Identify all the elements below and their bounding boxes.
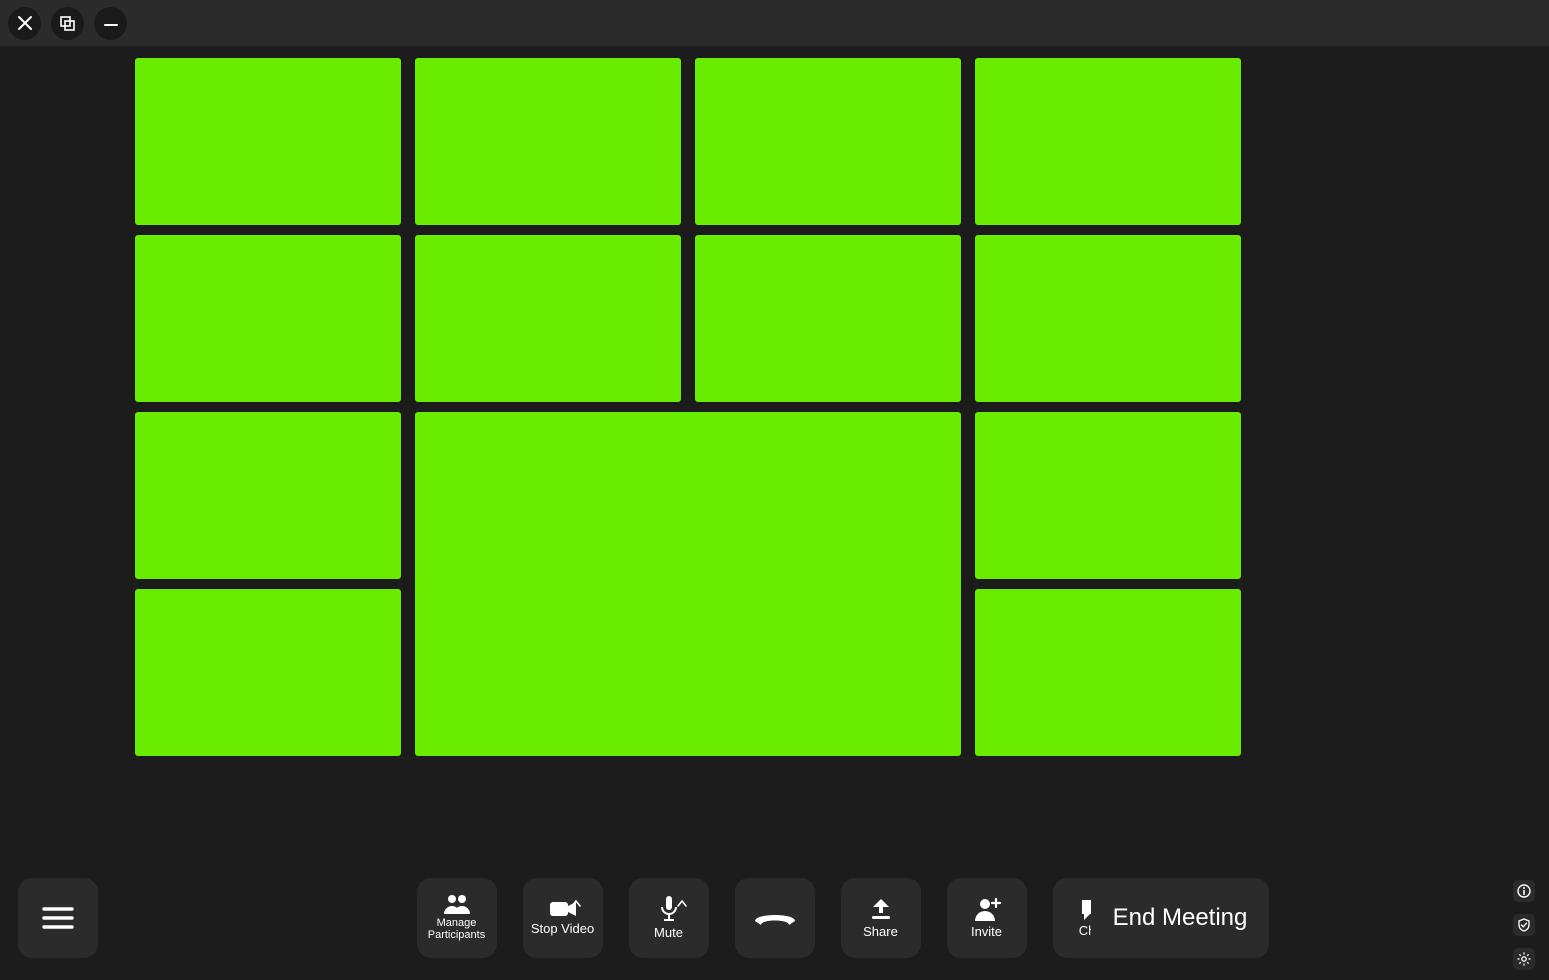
stop-video-button[interactable]: Stop Video — [523, 878, 603, 958]
video-tile[interactable] — [975, 412, 1241, 579]
mute-button[interactable]: Mute — [629, 878, 709, 958]
people-icon — [443, 894, 471, 914]
close-icon — [17, 15, 33, 31]
share-button[interactable]: Share — [841, 878, 921, 958]
layers-button[interactable] — [51, 7, 84, 40]
video-tile[interactable] — [695, 58, 961, 225]
mute-label: Mute — [654, 926, 683, 940]
video-tile[interactable] — [975, 58, 1241, 225]
manage-participants-button[interactable]: Manage Participants — [417, 878, 497, 958]
add-user-icon — [973, 897, 1001, 921]
bottom-control-bar: Manage Participants Stop Video Mute Shar… — [0, 866, 1549, 980]
video-tile[interactable] — [695, 235, 961, 402]
phone-hangup-icon — [753, 907, 797, 929]
invite-label: Invite — [971, 925, 1002, 939]
manage-participants-label: Manage Participants — [428, 918, 485, 941]
end-meeting-label: End Meeting — [1113, 904, 1248, 932]
video-tile[interactable] — [135, 235, 401, 402]
settings-button[interactable] — [1513, 948, 1535, 970]
video-tile[interactable] — [135, 412, 401, 579]
shield-icon — [1517, 918, 1531, 932]
mic-icon — [659, 896, 679, 922]
window-top-bar — [0, 0, 1549, 46]
center-controls: Manage Participants Stop Video Mute Shar… — [0, 878, 1549, 958]
video-tile[interactable] — [135, 58, 401, 225]
stop-video-label: Stop Video — [531, 922, 594, 936]
video-tile[interactable] — [975, 589, 1241, 756]
share-label: Share — [863, 925, 898, 939]
side-icon-column — [1513, 880, 1535, 970]
video-grid — [0, 46, 1549, 866]
gear-icon — [1517, 952, 1531, 966]
hangup-button[interactable] — [735, 878, 815, 958]
chevron-up-icon — [571, 900, 581, 907]
security-button[interactable] — [1513, 914, 1535, 936]
close-window-button[interactable] — [8, 7, 41, 40]
video-tile[interactable] — [975, 235, 1241, 402]
info-icon — [1517, 884, 1531, 898]
end-meeting-button[interactable]: End Meeting — [1091, 878, 1269, 958]
video-tile[interactable] — [415, 235, 681, 402]
minimize-icon — [102, 14, 120, 32]
minimize-window-button[interactable] — [94, 7, 127, 40]
invite-button[interactable]: Invite — [947, 878, 1027, 958]
video-tile-speaker[interactable] — [415, 412, 961, 756]
layers-icon — [59, 15, 76, 32]
chevron-up-icon — [677, 900, 687, 907]
upload-icon — [869, 897, 893, 921]
info-button[interactable] — [1513, 880, 1535, 902]
video-tile[interactable] — [135, 589, 401, 756]
video-tile[interactable] — [415, 58, 681, 225]
